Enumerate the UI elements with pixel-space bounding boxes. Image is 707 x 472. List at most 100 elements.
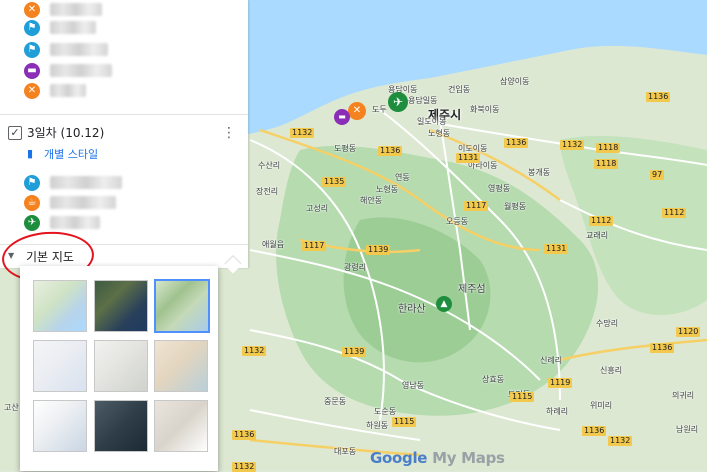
hiking-icon: ⚑ bbox=[24, 20, 40, 36]
road-number: 1135 bbox=[322, 177, 347, 187]
road-number: 1132 bbox=[560, 140, 585, 150]
road-number: 1136 bbox=[646, 92, 671, 102]
blurred-place-name bbox=[50, 216, 100, 229]
road-number: 1132 bbox=[290, 128, 315, 138]
road-number: 1136 bbox=[582, 426, 607, 436]
blurred-place-name bbox=[50, 43, 108, 56]
google-my-maps-watermark: Google My Maps bbox=[370, 449, 505, 467]
place-label: 일도이동 bbox=[417, 117, 447, 126]
road-number: 1132 bbox=[242, 346, 267, 356]
individual-style-link[interactable]: 개별 스타일 bbox=[44, 146, 98, 162]
place-label: 고성리 bbox=[306, 204, 329, 213]
hiking-icon: ⚑ bbox=[24, 42, 40, 58]
place-label: 도두 bbox=[372, 105, 387, 114]
basemap-option-dark-landmass[interactable] bbox=[94, 400, 148, 452]
road-number: 1131 bbox=[544, 244, 569, 254]
basemap-option-light-landmass[interactable] bbox=[33, 400, 87, 452]
more-options-icon[interactable]: ⋮ bbox=[222, 124, 236, 142]
road-number: 1112 bbox=[589, 216, 614, 226]
road-number: 1117 bbox=[302, 241, 327, 251]
place-label: 상효동 bbox=[482, 375, 505, 384]
road-number: 1136 bbox=[232, 430, 257, 440]
basemap-option-mono-city[interactable] bbox=[94, 340, 148, 392]
airport-marker[interactable]: ✈ bbox=[388, 92, 408, 112]
place-label: 도평동 bbox=[334, 144, 357, 153]
place-label: 건입동 bbox=[448, 85, 471, 94]
basemap-option-light-political[interactable] bbox=[33, 340, 87, 392]
basemap-picker bbox=[20, 256, 242, 471]
place-label: 하원동 bbox=[366, 421, 389, 430]
road-number: 1139 bbox=[342, 347, 367, 357]
list-item[interactable]: ✕ bbox=[24, 81, 224, 101]
place-label: 하례리 bbox=[546, 407, 569, 416]
road-number: 1115 bbox=[392, 417, 417, 427]
road-number: 1118 bbox=[594, 159, 619, 169]
airport-icon: ✈ bbox=[24, 215, 40, 231]
layer-panel: ✕ ⚑ ⚑ ▬ ✕ ✓ 3일차 (10.12) ⋮ ▮ 개별 스타일 ⚑ ☕ ✈… bbox=[0, 0, 248, 268]
place-label: 대포동 bbox=[334, 447, 357, 456]
blurred-place-name bbox=[50, 3, 102, 16]
hotel-icon: ▬ bbox=[24, 63, 40, 79]
restaurant-marker[interactable]: ✕ bbox=[348, 102, 366, 120]
restaurant-icon: ✕ bbox=[24, 2, 40, 18]
road-number: 1118 bbox=[596, 143, 621, 153]
basemap-option-map[interactable] bbox=[33, 280, 87, 332]
mountain-label-hallasan: 한라산 bbox=[398, 304, 426, 315]
list-item[interactable]: ▬ bbox=[24, 61, 224, 81]
road-number: 1132 bbox=[608, 436, 633, 446]
road-number: 1139 bbox=[366, 245, 391, 255]
mountain-marker[interactable]: ▲ bbox=[436, 296, 452, 312]
place-label: 용담일동 bbox=[408, 96, 438, 105]
layer-title[interactable]: 3일차 (10.12) bbox=[27, 124, 104, 141]
list-item[interactable]: ✕ bbox=[24, 0, 224, 20]
road-number: 1120 bbox=[676, 327, 701, 337]
divider bbox=[0, 114, 248, 115]
place-label: 도순동 bbox=[374, 407, 397, 416]
basemap-option-satellite[interactable] bbox=[94, 280, 148, 332]
place-label: 연동 bbox=[395, 173, 410, 182]
place-label: 화북이동 bbox=[470, 105, 500, 114]
place-label: 노형동 bbox=[428, 129, 451, 138]
basemap-option-whitewater[interactable] bbox=[154, 400, 208, 452]
cafe-icon: ☕ bbox=[24, 195, 40, 211]
road-number: 1136 bbox=[650, 343, 675, 353]
road-number: 1112 bbox=[662, 208, 687, 218]
blurred-place-name bbox=[50, 196, 116, 209]
place-label: 삼양이동 bbox=[500, 77, 530, 86]
list-item[interactable]: ✈ bbox=[24, 213, 224, 233]
place-label: 수망리 bbox=[596, 319, 619, 328]
island-label: 제주섬 bbox=[458, 284, 486, 295]
place-label: 수산리 bbox=[258, 161, 281, 170]
basemap-option-terrain[interactable] bbox=[154, 279, 210, 333]
road-number: 1115 bbox=[510, 392, 535, 402]
place-label: 중문동 bbox=[324, 397, 347, 406]
list-item[interactable]: ⚑ bbox=[24, 18, 224, 38]
list-item[interactable]: ⚑ bbox=[24, 173, 224, 193]
list-item[interactable]: ☕ bbox=[24, 193, 224, 213]
place-label: 위미리 bbox=[590, 401, 613, 410]
road-number: 1136 bbox=[504, 138, 529, 148]
place-label: 노형동 bbox=[376, 185, 399, 194]
place-label: 의귀리 bbox=[672, 391, 695, 400]
place-label: 영평동 bbox=[488, 184, 511, 193]
place-label: 봉개동 bbox=[528, 168, 551, 177]
day-visibility-checkbox[interactable]: ✓ bbox=[8, 126, 22, 140]
place-label: 남원리 bbox=[676, 425, 699, 434]
place-label: 고산 bbox=[4, 403, 19, 412]
road-number: 1119 bbox=[548, 378, 573, 388]
place-label: 월평동 bbox=[504, 202, 527, 211]
blurred-place-name bbox=[50, 176, 122, 189]
place-label: 교래리 bbox=[586, 231, 609, 240]
place-label: 해안동 bbox=[360, 196, 383, 205]
place-label: 광령리 bbox=[344, 263, 367, 272]
hotel-marker[interactable]: ▬ bbox=[334, 109, 350, 125]
basemap-option-simple-atlas[interactable] bbox=[154, 340, 208, 392]
paint-roller-icon[interactable]: ▮ bbox=[27, 148, 39, 159]
list-item[interactable]: ⚑ bbox=[24, 40, 224, 60]
place-label: 오등동 bbox=[446, 217, 469, 226]
place-label: 신례리 bbox=[540, 356, 563, 365]
blurred-place-name bbox=[50, 64, 112, 77]
hiking-icon: ⚑ bbox=[24, 175, 40, 191]
blurred-place-name bbox=[50, 84, 86, 97]
place-label: 영남동 bbox=[402, 381, 425, 390]
